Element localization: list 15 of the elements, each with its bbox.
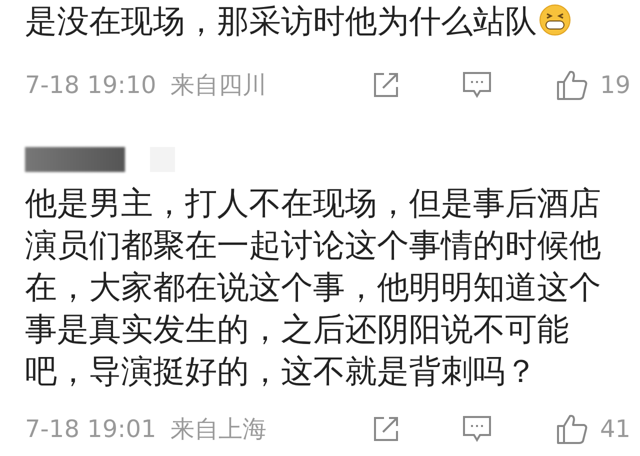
comment-location: 来自上海 xyxy=(170,414,266,445)
share-icon[interactable] xyxy=(372,71,400,99)
comment-location: 来自四川 xyxy=(170,70,266,101)
thumbs-up-icon[interactable] xyxy=(556,413,588,445)
comment-icon[interactable] xyxy=(462,415,492,443)
grinning-emoji-icon xyxy=(539,4,571,36)
comment-icon[interactable] xyxy=(462,71,492,99)
comment-text: 是没在现场，那采访时他为什么站队 xyxy=(25,0,615,42)
comment-time: 7-18 19:10 xyxy=(25,70,156,101)
like-count: 19 xyxy=(600,70,630,101)
comment-text: 他是男主，打人不在现场，但是事后酒店演员们都聚在一起讨论这个事情的时候他在，大家都在说这个事，他明明知道这个事是真实发生的，之后还阴阳说不可能吧，导演挺好的，这不就是背刺吗？ xyxy=(25,183,602,392)
share-icon[interactable] xyxy=(372,415,400,443)
comment-time: 7-18 19:01 xyxy=(25,414,156,445)
thumbs-up-icon[interactable] xyxy=(556,69,588,101)
like-count: 41 xyxy=(600,414,630,445)
